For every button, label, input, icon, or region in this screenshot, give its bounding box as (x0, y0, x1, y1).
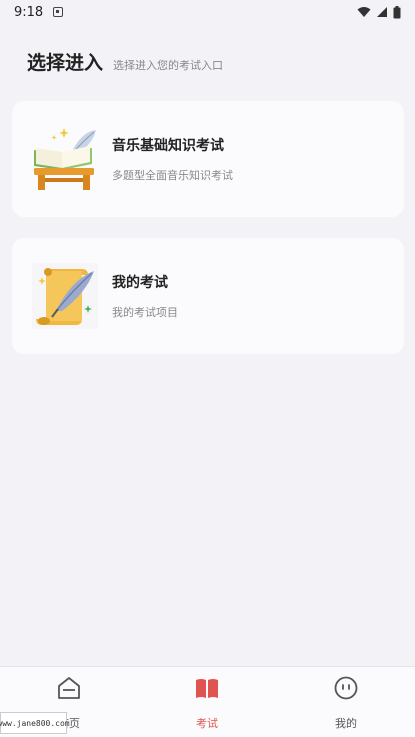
page-title: 选择进入 (27, 52, 104, 74)
tab-label: 我的 (335, 717, 357, 730)
watermark: www.jane800.com (0, 712, 70, 734)
scroll-quill-icon (32, 263, 98, 329)
card-description: 多题型全面音乐知识考试 (112, 169, 233, 182)
card-title: 音乐基础知识考试 (112, 138, 224, 154)
battery-icon (393, 5, 401, 18)
tab-profile[interactable]: 我的 (277, 667, 415, 737)
signal-icon (377, 7, 387, 17)
page-header: 选择进入 选择进入您的考试入口 (27, 48, 223, 75)
status-time: 9:18 (14, 4, 44, 20)
wifi-icon (357, 7, 371, 17)
tab-exam[interactable]: 考试 (138, 667, 276, 737)
card-title: 我的考试 (112, 275, 168, 291)
page-subtitle: 选择进入您的考试入口 (113, 59, 224, 72)
exam-card-my-exams[interactable]: 我的考试 我的考试项目 (12, 238, 404, 354)
book-icon (196, 679, 218, 698)
tab-label: 考试 (196, 717, 218, 730)
notification-icon (53, 7, 64, 17)
card-description: 我的考试项目 (112, 306, 178, 319)
status-left: 9:18 (14, 4, 64, 20)
card-text: 音乐基础知识考试 多题型全面音乐知识考试 (112, 135, 233, 183)
profile-face-icon (334, 676, 358, 700)
home-icon (58, 677, 80, 699)
status-right (357, 5, 401, 19)
open-book-on-stand-icon (34, 128, 96, 190)
exam-card-music-basics[interactable]: 音乐基础知识考试 多题型全面音乐知识考试 (12, 101, 404, 217)
card-text: 我的考试 我的考试项目 (112, 272, 178, 320)
status-bar: 9:18 (0, 0, 415, 24)
